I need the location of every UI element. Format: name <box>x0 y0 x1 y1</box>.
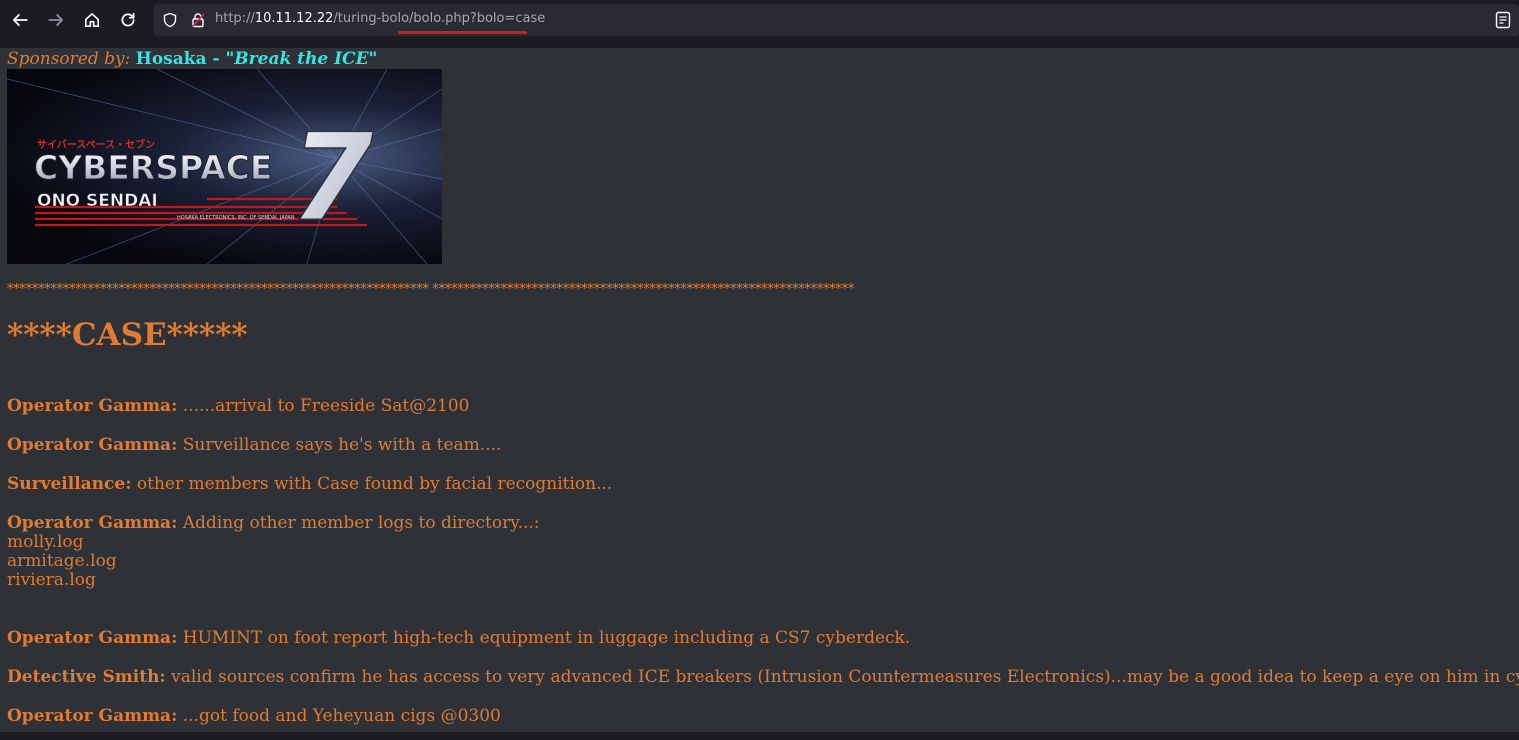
forward-arrow-icon <box>48 14 64 26</box>
reader-view-icon[interactable] <box>1495 11 1511 29</box>
entry-speaker: Operator Gamma: <box>7 435 178 455</box>
url-bar[interactable]: http://10.11.12.22/turing-bolo/bolo.php?… <box>154 4 1519 36</box>
back-arrow-icon <box>12 14 28 26</box>
url-text[interactable]: http://10.11.12.22/turing-bolo/bolo.php?… <box>215 11 545 26</box>
browser-toolbar: http://10.11.12.22/turing-bolo/bolo.php?… <box>0 0 1519 40</box>
reload-icon <box>121 12 135 27</box>
entry-speaker: Surveillance: <box>7 474 132 494</box>
log-entry: Operator Gamma: HUMINT on foot report hi… <box>7 629 1519 648</box>
back-button[interactable] <box>4 4 36 36</box>
entry-text: other members with Case found by facial … <box>131 474 613 494</box>
url-host: 10.11.12.22 <box>254 11 334 26</box>
insecure-lock-icon[interactable] <box>190 11 208 29</box>
entry-speaker: Operator Gamma: <box>7 513 178 533</box>
url-path: /turing-bolo/bolo.php?bolo=case <box>333 11 546 26</box>
entry-speaker: Operator Gamma: <box>7 396 178 416</box>
log-file-item: riviera.log <box>7 570 96 590</box>
entry-text: Surveillance says he's with a team.... <box>177 435 502 455</box>
sponsor-tagline: Break the ICE <box>234 49 369 69</box>
entry-speaker: Operator Gamma: <box>7 628 178 648</box>
log-entry: Detective Smith: valid sources confirm h… <box>7 668 1519 687</box>
page-heading: ****CASE***** <box>7 317 248 353</box>
home-icon <box>84 12 100 28</box>
log-entry: Operator Gamma: Surveillance says he's w… <box>7 436 1519 455</box>
banner-subtitle: ONO SENDAI <box>37 191 158 211</box>
entry-speaker: Detective Smith: <box>7 667 166 687</box>
sponsor-brand: Hosaka - "Break the ICE" <box>135 49 378 69</box>
entry-text: ......arrival to Freeside Sat@2100 <box>177 396 470 416</box>
forward-button[interactable] <box>40 4 72 36</box>
star-divider: ****************************************… <box>7 282 855 297</box>
entry-speaker: Operator Gamma: <box>7 706 178 726</box>
entry-text: valid sources confirm he has access to v… <box>165 667 1519 687</box>
log-entry: Operator Gamma: Adding other member logs… <box>7 514 1519 533</box>
log-entry: Operator Gamma: ......arrival to Freesid… <box>7 397 1519 416</box>
reload-button[interactable] <box>112 4 144 36</box>
url-prefix: http:// <box>215 11 255 26</box>
page-body: Sponsored by: Hosaka - "Break the ICE" サ… <box>7 48 1519 726</box>
banner-title: CYBERSPACE <box>34 148 272 187</box>
home-button[interactable] <box>76 4 108 36</box>
toolbar-separator <box>0 40 1519 48</box>
page-content: Sponsored by: Hosaka - "Break the ICE" サ… <box>0 48 1519 732</box>
log-file-item: molly.log <box>7 532 84 552</box>
url-underline-annotation <box>398 31 527 34</box>
entry-text: HUMINT on foot report high-tech equipmen… <box>177 628 911 648</box>
banner-numeral: 7 <box>290 109 374 248</box>
bottom-strip <box>0 732 1519 740</box>
shield-icon[interactable] <box>162 11 180 29</box>
log-entry: Surveillance: other members with Case fo… <box>7 475 1519 494</box>
log-entry: Operator Gamma: ...got food and Yeheyuan… <box>7 707 1519 726</box>
sponsor-line: Sponsored by: Hosaka - "Break the ICE" <box>7 49 1519 69</box>
entry-text: ...got food and Yeheyuan cigs @0300 <box>177 706 501 726</box>
cyberspace-7-banner-image: サイバースペース・セブン CYBERSPACE 7 ONO SENDAI HOS… <box>7 69 442 264</box>
banner-small-text: HOSAKA ELECTRONICS, INC. OF SENDAI, JAPA… <box>177 215 295 221</box>
sponsor-label: Sponsored by: <box>7 49 131 69</box>
entry-text: Adding other member logs to directory...… <box>177 513 540 533</box>
log-file-item: armitage.log <box>7 551 117 571</box>
